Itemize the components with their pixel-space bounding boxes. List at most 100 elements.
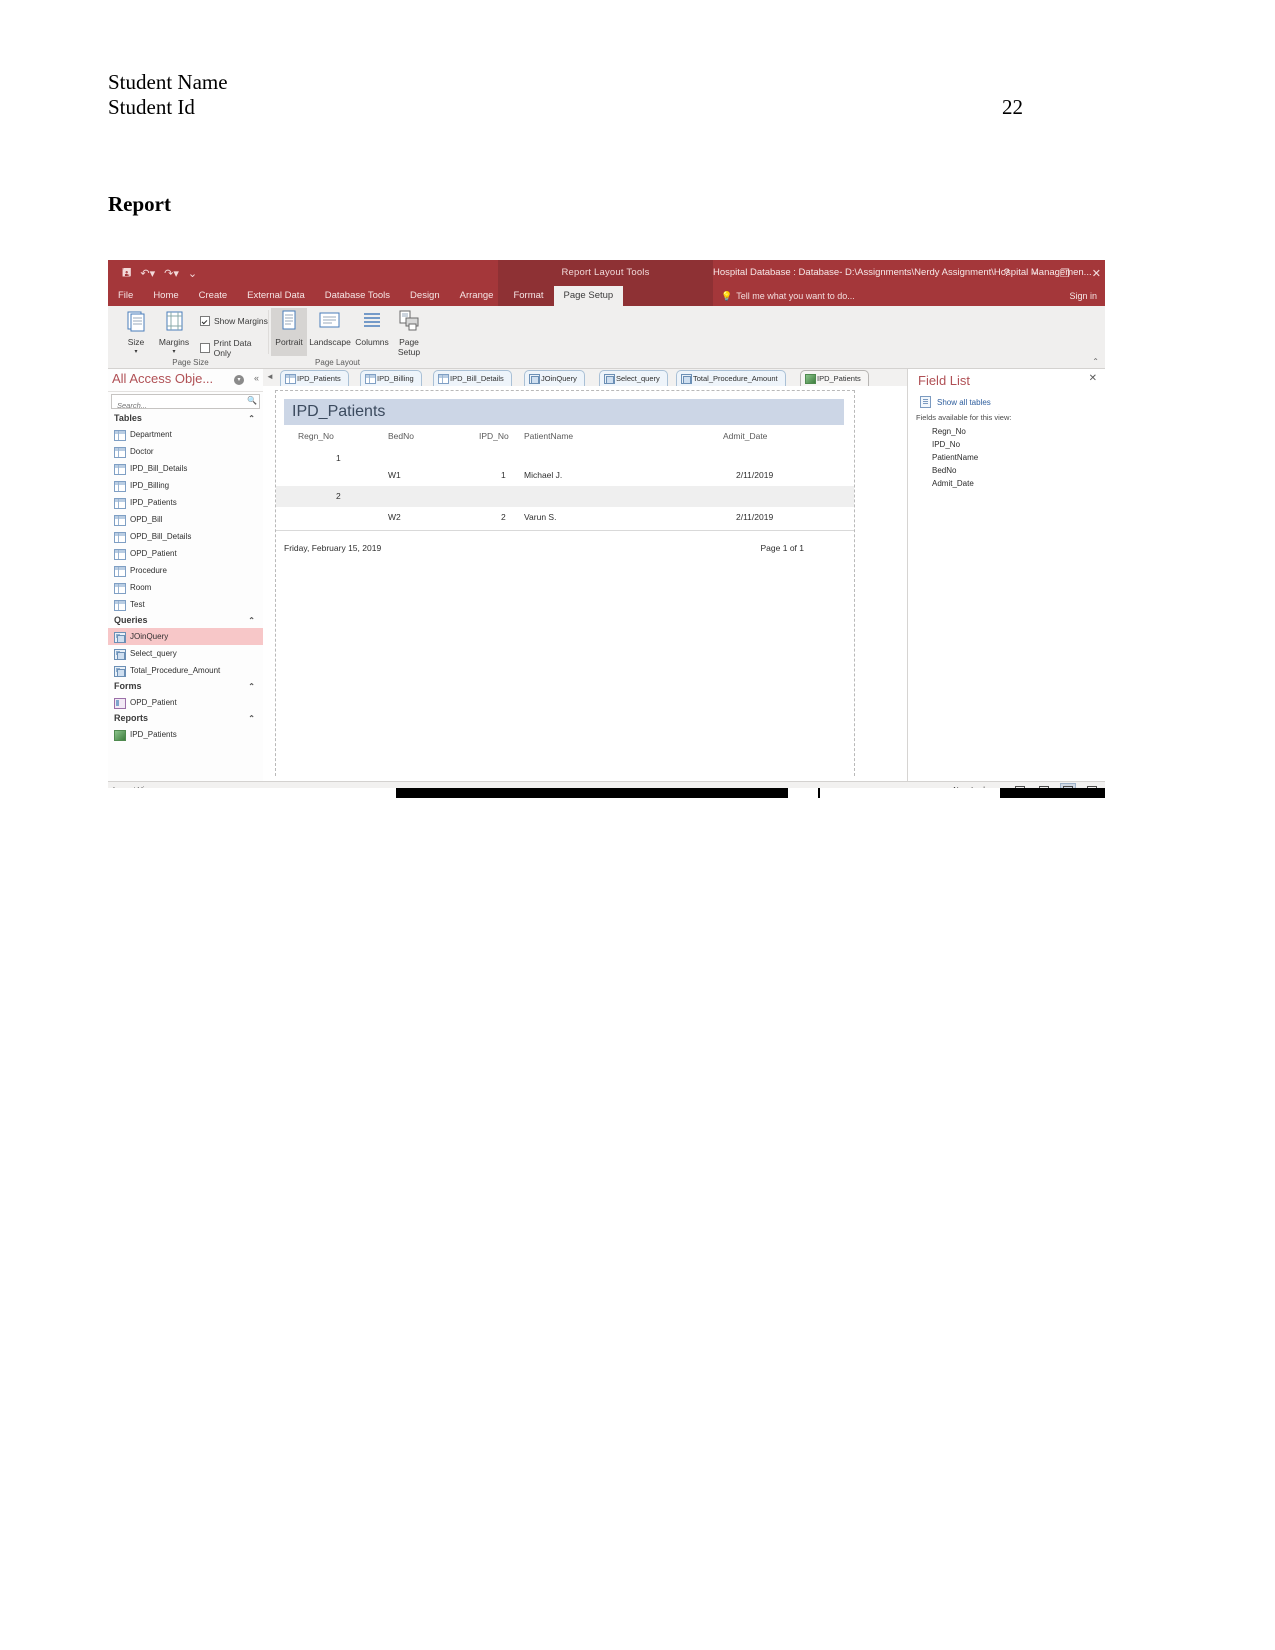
nav-group-forms[interactable]: Forms ⌃ xyxy=(108,679,263,694)
show-all-tables-link[interactable]: Show all tables xyxy=(920,396,991,408)
tell-me-box[interactable]: 💡 Tell me what you want to do... xyxy=(721,286,855,306)
table-row[interactable]: W2 2 Varun S. 2/11/2019 xyxy=(276,507,854,528)
table-row[interactable]: 2 xyxy=(276,486,854,507)
navigation-pane-header[interactable]: All Access Obje... ▾ « xyxy=(108,369,263,392)
size-button[interactable]: Size ▾ xyxy=(116,310,156,357)
tab-database-tools[interactable]: Database Tools xyxy=(315,286,400,306)
field-item-admit-date[interactable]: Admit_Date xyxy=(932,479,974,488)
doc-tab-ipd-patients-table[interactable]: IPD_Patients xyxy=(280,370,349,386)
doc-tab-ipd-bill-details[interactable]: IPD_Bill_Details xyxy=(433,370,512,386)
report-icon xyxy=(114,730,126,741)
table-icon xyxy=(114,566,126,577)
doc-tab-ipd-patients-report[interactable]: IPD_Patients xyxy=(800,370,869,386)
restore-icon[interactable]: ❐ xyxy=(1060,267,1070,280)
size-dropdown-icon[interactable]: ▾ xyxy=(116,347,156,357)
redo-icon[interactable]: ↷▾ xyxy=(164,267,179,280)
search-input[interactable] xyxy=(115,400,241,411)
field-item-bedno[interactable]: BedNo xyxy=(932,466,956,475)
collapse-ribbon-icon[interactable]: ⌃ xyxy=(1092,357,1099,366)
close-icon[interactable]: ✕ xyxy=(1089,373,1097,384)
customize-qat-icon[interactable]: ⌄ xyxy=(188,267,197,280)
nav-group-tables[interactable]: Tables ⌃ xyxy=(108,411,263,426)
scroll-tabs-left-icon[interactable]: ◄ xyxy=(266,372,274,381)
margins-dropdown-icon[interactable]: ▾ xyxy=(152,347,196,357)
column-header-patientname[interactable]: PatientName xyxy=(524,431,573,441)
chevron-down-icon[interactable]: ▾ xyxy=(234,375,244,385)
tab-file[interactable]: File xyxy=(108,286,143,306)
nav-item-joinquery[interactable]: JOinQuery xyxy=(108,628,263,645)
tab-format[interactable]: Format xyxy=(503,286,553,306)
table-icon xyxy=(285,374,296,384)
nav-item-ipd-billing[interactable]: IPD_Billing xyxy=(108,477,263,494)
nav-item-opd-patient[interactable]: OPD_Patient xyxy=(108,545,263,562)
ribbon-tab-bar: File Home Create External Data Database … xyxy=(108,286,1105,306)
doc-tab-select-query[interactable]: Select_query xyxy=(599,370,668,386)
query-icon xyxy=(529,374,540,384)
tab-external-data[interactable]: External Data xyxy=(237,286,315,306)
tab-create[interactable]: Create xyxy=(189,286,238,306)
tab-design[interactable]: Design xyxy=(400,286,450,306)
column-header-ipd-no[interactable]: IPD_No xyxy=(479,431,509,441)
report-divider xyxy=(276,530,854,531)
field-item-patientname[interactable]: PatientName xyxy=(932,453,978,462)
field-item-regn-no[interactable]: Regn_No xyxy=(932,427,966,436)
window-controls[interactable]: ? – ❐ ✕ xyxy=(1004,260,1101,286)
save-icon[interactable]: 🖪 xyxy=(122,264,131,283)
nav-item-report-ipd-patients[interactable]: IPD_Patients xyxy=(108,726,263,743)
nav-item-opd-bill[interactable]: OPD_Bill xyxy=(108,511,263,528)
help-icon[interactable]: ? xyxy=(1004,267,1010,279)
table-icon xyxy=(114,498,126,509)
search-icon[interactable]: 🔍 xyxy=(247,396,257,405)
nav-item-procedure[interactable]: Procedure xyxy=(108,562,263,579)
nav-item-room[interactable]: Room xyxy=(108,579,263,596)
doc-tab-joinquery[interactable]: JOinQuery xyxy=(524,370,585,386)
nav-item-total-procedure-amount[interactable]: Total_Procedure_Amount xyxy=(108,662,263,679)
doc-tab-ipd-billing[interactable]: IPD_Billing xyxy=(360,370,422,386)
page-setup-button[interactable]: Page Setup xyxy=(392,310,426,357)
tab-page-setup[interactable]: Page Setup xyxy=(553,286,624,306)
column-header-bedno[interactable]: BedNo xyxy=(388,431,414,441)
table-row[interactable]: W1 1 Michael J. 2/11/2019 xyxy=(276,465,854,486)
nav-item-ipd-bill-details[interactable]: IPD_Bill_Details xyxy=(108,460,263,477)
tab-home[interactable]: Home xyxy=(143,286,188,306)
tab-arrange[interactable]: Arrange xyxy=(450,286,504,306)
portrait-button[interactable]: Portrait xyxy=(270,310,308,347)
quick-access-toolbar[interactable]: 🖪 ↶▾ ↷▾ ⌄ xyxy=(122,264,197,283)
page-setup-label-2: Setup xyxy=(397,347,421,357)
nav-item-doctor[interactable]: Doctor xyxy=(108,443,263,460)
doc-tab-label: IPD_Patients xyxy=(297,374,341,383)
nav-item-select-query[interactable]: Select_query xyxy=(108,645,263,662)
report-title-band[interactable]: IPD_Patients xyxy=(284,399,844,425)
close-icon[interactable]: ✕ xyxy=(1092,267,1101,280)
chevron-up-icon[interactable]: ⌃ xyxy=(248,411,255,426)
ribbon: Size ▾ Margins ▾ Show Margins Print Data… xyxy=(108,306,1105,369)
search-box[interactable]: 🔍 xyxy=(111,394,260,411)
chevron-up-icon[interactable]: ⌃ xyxy=(248,613,255,628)
nav-item-opd-bill-details[interactable]: OPD_Bill_Details xyxy=(108,528,263,545)
margins-button[interactable]: Margins ▾ xyxy=(152,310,196,357)
column-header-admit-date[interactable]: Admit_Date xyxy=(723,431,767,441)
checkbox-checked-icon xyxy=(200,316,210,326)
print-data-only-checkbox[interactable]: Print Data Only xyxy=(200,338,269,358)
nav-item-department[interactable]: Department xyxy=(108,426,263,443)
page-root: Student Name Student Id 22 Report 🖪 ↶▾ ↷… xyxy=(0,0,1275,1650)
undo-icon[interactable]: ↶▾ xyxy=(140,267,155,280)
nav-item-ipd-patients[interactable]: IPD_Patients xyxy=(108,494,263,511)
chevron-up-icon[interactable]: ⌃ xyxy=(248,679,255,694)
nav-item-form-opd-patient[interactable]: OPD_Patient xyxy=(108,694,263,711)
nav-group-reports[interactable]: Reports ⌃ xyxy=(108,711,263,726)
minimize-icon[interactable]: – xyxy=(1032,267,1038,279)
column-header-regn-no[interactable]: Regn_No xyxy=(298,431,334,441)
doc-tab-label: IPD_Bill_Details xyxy=(450,374,504,383)
table-icon xyxy=(114,600,126,611)
field-item-ipd-no[interactable]: IPD_No xyxy=(932,440,960,449)
landscape-button[interactable]: Landscape xyxy=(308,310,352,347)
nav-group-queries[interactable]: Queries ⌃ xyxy=(108,613,263,628)
columns-button[interactable]: Columns xyxy=(352,310,392,347)
doc-tab-total-procedure-amount[interactable]: Total_Procedure_Amount xyxy=(676,370,786,386)
nav-item-test[interactable]: Test xyxy=(108,596,263,613)
sign-in-link[interactable]: Sign in xyxy=(1069,286,1097,306)
chevron-up-icon[interactable]: ⌃ xyxy=(248,711,255,726)
show-margins-checkbox[interactable]: Show Margins xyxy=(200,316,268,326)
collapse-pane-icon[interactable]: « xyxy=(254,373,259,383)
